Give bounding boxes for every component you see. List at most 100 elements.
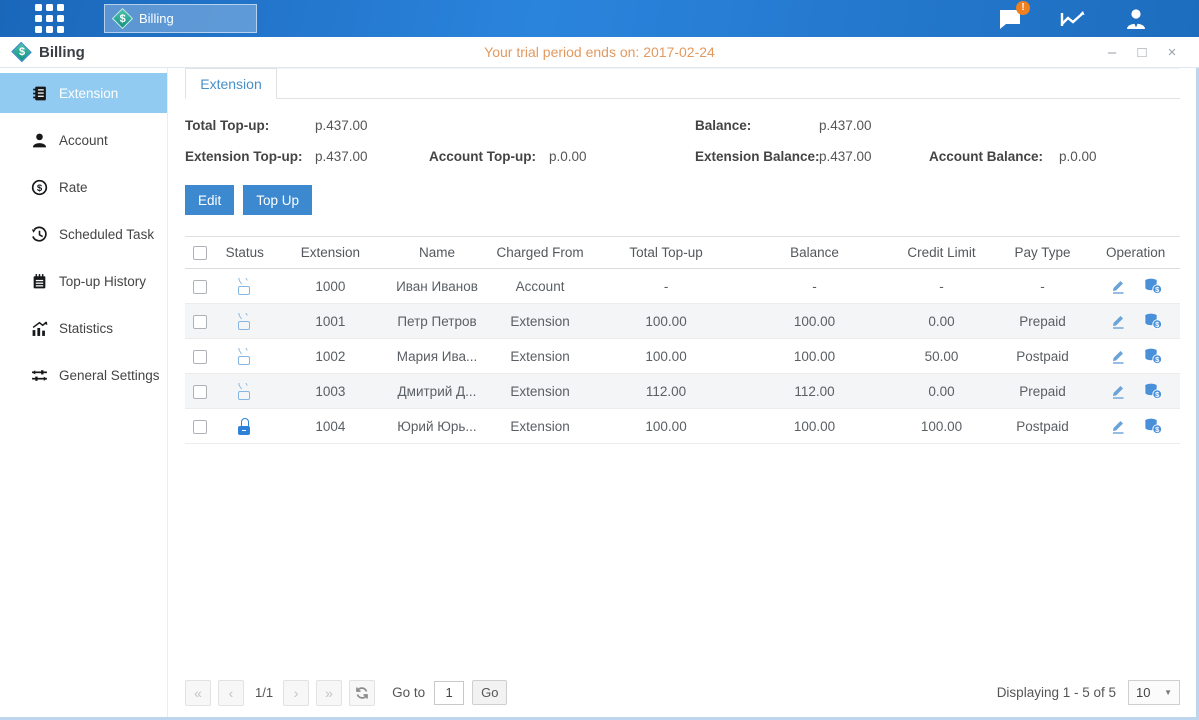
goto-label: Go to xyxy=(392,685,425,700)
minimize-button[interactable]: – xyxy=(1105,45,1119,60)
goto-page-input[interactable] xyxy=(434,681,464,705)
maximize-button[interactable]: □ xyxy=(1135,45,1149,60)
sidebar-item-extension[interactable]: Extension xyxy=(0,73,167,113)
total-topup-cell: 100.00 xyxy=(592,349,739,364)
content: Extension Total Top-up: p.437.00 Balance… xyxy=(168,68,1199,717)
pay-type-cell: Prepaid xyxy=(994,384,1092,399)
total-topup-cell: - xyxy=(592,279,739,294)
close-button[interactable]: × xyxy=(1165,45,1179,60)
balance-value: p.437.00 xyxy=(819,118,872,133)
edit-button[interactable]: Edit xyxy=(185,185,234,215)
summary-row-1: Total Top-up: p.437.00 Balance: p.437.00 xyxy=(185,112,1180,143)
svg-text:$: $ xyxy=(37,183,43,194)
sidebar-item-scheduled-task[interactable]: Scheduled Task xyxy=(0,214,167,254)
select-all-checkbox[interactable] xyxy=(193,246,207,260)
person-icon xyxy=(31,132,48,149)
topup-coins-icon[interactable]: $ xyxy=(1144,278,1162,294)
row-checkbox[interactable] xyxy=(193,315,207,329)
pay-type-cell: Postpaid xyxy=(994,419,1092,434)
last-page-button[interactable]: » xyxy=(316,680,342,706)
sliders-icon xyxy=(31,367,48,384)
tab-strip: Extension xyxy=(185,68,1180,99)
go-button[interactable]: Go xyxy=(472,680,507,705)
total-topup-cell: 112.00 xyxy=(592,384,739,399)
topup-coins-icon[interactable]: $ xyxy=(1144,418,1162,434)
sidebar-item-label: Rate xyxy=(59,180,88,195)
sidebar-item-label: Account xyxy=(59,133,108,148)
chevron-down-icon: ▼ xyxy=(1164,688,1172,697)
window-title-bar: $ Billing Your trial period ends on: 201… xyxy=(0,37,1199,68)
sidebar-item-topup-history[interactable]: Top-up History xyxy=(0,261,167,301)
lock-status-icon[interactable] xyxy=(237,418,252,435)
extension-balance-value: p.437.00 xyxy=(819,149,872,164)
row-checkbox[interactable] xyxy=(193,280,207,294)
page-size-value: 10 xyxy=(1136,685,1150,700)
topup-coins-icon[interactable]: $ xyxy=(1144,383,1162,399)
table-row: 1004 Юрий Юрь... Extension 100.00 100.00… xyxy=(185,409,1180,444)
dollar-coin-icon: $ xyxy=(31,179,48,196)
next-page-button[interactable]: › xyxy=(283,680,309,706)
sidebar-item-label: Extension xyxy=(59,86,118,101)
billing-diamond-dollar-icon: $ xyxy=(112,8,133,29)
sidebar-item-rate[interactable]: $ Rate xyxy=(0,167,167,207)
topup-coins-icon[interactable]: $ xyxy=(1144,348,1162,364)
row-checkbox[interactable] xyxy=(193,385,207,399)
balance-cell: 100.00 xyxy=(740,349,889,364)
credit-limit-cell: 50.00 xyxy=(889,349,994,364)
table-row: 1003 Дмитрий Д... Extension 112.00 112.0… xyxy=(185,374,1180,409)
sidebar-item-general-settings[interactable]: General Settings xyxy=(0,355,167,395)
unlock-status-icon[interactable] xyxy=(237,278,252,295)
extension-cell: 1001 xyxy=(275,314,387,329)
column-header-status: Status xyxy=(215,245,275,260)
prev-page-button[interactable]: ‹ xyxy=(218,680,244,706)
column-header-total-topup: Total Top-up xyxy=(592,245,739,260)
refresh-icon[interactable] xyxy=(349,680,375,706)
pay-type-cell: Prepaid xyxy=(994,314,1092,329)
balance-cell: 100.00 xyxy=(740,314,889,329)
user-icon[interactable] xyxy=(1123,7,1149,31)
row-checkbox[interactable] xyxy=(193,420,207,434)
sidebar-item-account[interactable]: Account xyxy=(0,120,167,160)
account-topup-label: Account Top-up: xyxy=(429,149,536,164)
notification-badge: ! xyxy=(1016,1,1030,15)
unlock-status-icon[interactable] xyxy=(237,313,252,330)
charged-from-cell: Extension xyxy=(488,384,593,399)
balance-summary: Total Top-up: p.437.00 Balance: p.437.00… xyxy=(185,112,1180,174)
column-header-credit-limit: Credit Limit xyxy=(889,245,994,260)
line-chart-icon[interactable] xyxy=(1060,7,1086,31)
first-page-button[interactable]: « xyxy=(185,680,211,706)
balance-cell: 112.00 xyxy=(740,384,889,399)
balance-cell: - xyxy=(740,279,889,294)
app-grid-icon[interactable] xyxy=(35,4,64,33)
total-topup-label: Total Top-up: xyxy=(185,118,269,133)
tab-extension[interactable]: Extension xyxy=(185,68,277,99)
unlock-status-icon[interactable] xyxy=(237,383,252,400)
extension-topup-value: p.437.00 xyxy=(315,149,368,164)
page-size-select[interactable]: 10 ▼ xyxy=(1128,680,1180,705)
sidebar-item-statistics[interactable]: Statistics xyxy=(0,308,167,348)
edit-pencil-icon[interactable] xyxy=(1110,348,1126,364)
row-checkbox[interactable] xyxy=(193,350,207,364)
taskbar-tab-billing[interactable]: $ Billing xyxy=(104,4,257,33)
summary-row-2: Extension Top-up: p.437.00 Account Top-u… xyxy=(185,143,1180,174)
window-controls: – □ × xyxy=(1105,45,1199,60)
pagination-bar: « ‹ 1/1 › » Go to Go Displaying xyxy=(185,677,1180,717)
chat-bubble-icon[interactable]: ! xyxy=(997,7,1023,31)
top-bar: $ Billing ! xyxy=(0,0,1199,37)
edit-pencil-icon[interactable] xyxy=(1110,278,1126,294)
charged-from-cell: Extension xyxy=(488,349,593,364)
clock-history-icon xyxy=(31,226,48,243)
topup-coins-icon[interactable]: $ xyxy=(1144,313,1162,329)
sidebar: Extension Account $ Rate xyxy=(0,68,168,717)
ledger-icon xyxy=(31,85,48,102)
edit-pencil-icon[interactable] xyxy=(1110,383,1126,399)
unlock-status-icon[interactable] xyxy=(237,348,252,365)
column-header-balance: Balance xyxy=(740,245,889,260)
top-up-button[interactable]: Top Up xyxy=(243,185,312,215)
extension-balance-label: Extension Balance: xyxy=(695,149,820,164)
name-cell: Мария Ива... xyxy=(386,349,488,364)
footer-right: Displaying 1 - 5 of 5 10 ▼ xyxy=(997,680,1180,705)
edit-pencil-icon[interactable] xyxy=(1110,313,1126,329)
edit-pencil-icon[interactable] xyxy=(1110,418,1126,434)
total-topup-cell: 100.00 xyxy=(592,314,739,329)
